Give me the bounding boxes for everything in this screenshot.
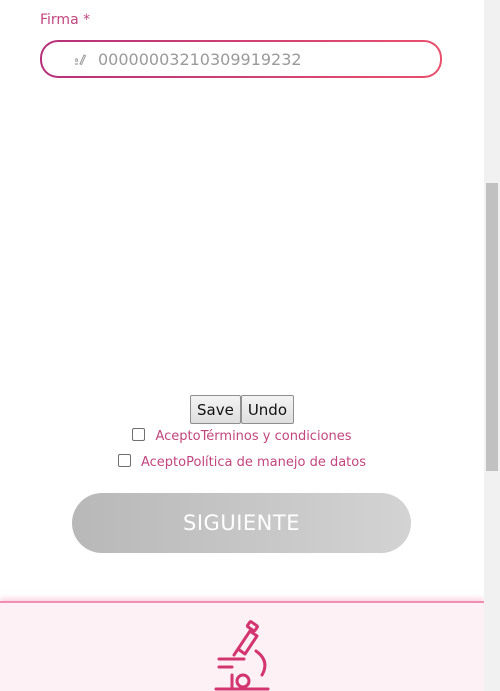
signature-pad-canvas[interactable] <box>40 90 442 385</box>
save-button[interactable]: Save <box>189 395 241 424</box>
next-button[interactable]: SIGUIENTE <box>72 493 411 553</box>
privacy-prefix: Acepto <box>140 455 187 470</box>
footer <box>0 601 484 691</box>
signature-pad-controls: Save Undo <box>0 395 484 424</box>
consent-row-terms: Acepto Términos y condiciones <box>0 428 484 445</box>
scrollbar[interactable] <box>484 0 500 691</box>
privacy-checkbox[interactable] <box>117 454 131 467</box>
consent-row-privacy: Acepto Política de manejo de datos <box>0 454 484 471</box>
firma-input[interactable] <box>98 49 418 69</box>
firma-field[interactable] <box>40 40 442 78</box>
firma-label: Firma * <box>40 12 91 28</box>
undo-button[interactable]: Undo <box>240 395 294 424</box>
form-page: Firma * Save Undo AceptoTérminos y condi… <box>0 0 500 691</box>
microscope-icon <box>212 619 272 691</box>
signature-pen-icon <box>72 51 88 67</box>
privacy-link[interactable]: Política de manejo de datos <box>186 455 366 470</box>
terms-checkbox[interactable] <box>132 428 146 441</box>
terms-prefix: Acepto <box>155 429 201 444</box>
scrollbar-thumb[interactable] <box>486 183 498 471</box>
terms-link[interactable]: Términos y condiciones <box>201 429 352 444</box>
